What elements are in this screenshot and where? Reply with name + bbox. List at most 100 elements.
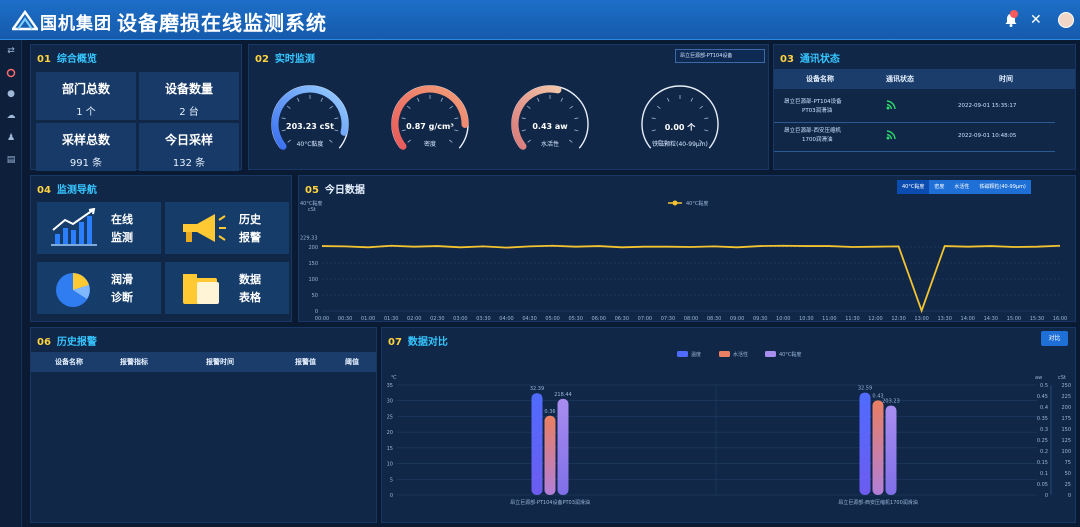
right-tick-label: 0.25 (1037, 438, 1048, 444)
stat-departments: 部门总数 1 个 (36, 72, 136, 120)
right-tick-label: 0.5 (1040, 383, 1048, 389)
col-alarm-metric: 报警指标 (120, 358, 148, 366)
right-tick-label: 25 (1065, 482, 1071, 488)
tab-viscosity[interactable]: 40°C黏度 (897, 180, 930, 194)
nav-online-monitoring[interactable]: 在线 监测 (37, 202, 161, 254)
pie-chart-icon (56, 273, 90, 307)
legend-marker (672, 200, 678, 206)
x-tick-label: 14:00 (961, 316, 975, 322)
person-icon[interactable]: ♟ (5, 133, 17, 143)
today-line-chart: 40°C黏度cSt229.3305010015020000:00 00:30 01:… (300, 200, 1067, 322)
record-icon[interactable] (5, 68, 17, 78)
stat-samples-total: 采样总数 991 条 (36, 123, 136, 171)
y-tick-label: 50 (312, 293, 318, 299)
data-label: 32.59 (858, 386, 872, 392)
gauge-value: 0.43 aw (532, 122, 568, 131)
right-tick-label: 0.1 (1040, 471, 1048, 477)
gauge-tick (454, 117, 459, 120)
right-tick-label: 0 (1068, 493, 1071, 499)
side-rail: ⇄ ● ☁ ♟ ▤ (0, 40, 22, 527)
overview-panel: 01 综合概览 部门总数 1 个 设备数量 2 台 采样总数 991 条 今日采样 132… (30, 44, 242, 171)
gauge-tick (281, 117, 286, 120)
x-tick-label: 01:00 (361, 316, 375, 322)
x-tick-label: 09:30 (753, 316, 767, 322)
y-axis-label: 40°C黏度 (300, 200, 322, 207)
app-header: 国机集团 设备磨损在线监测系统 ✕ (0, 0, 1080, 40)
gauge: 0.43 aw 水活性 (498, 78, 602, 158)
app-title: 设备磨损在线监测系统 (117, 11, 327, 35)
compare-button[interactable]: 对比 (1041, 331, 1068, 346)
y-tick-label: 229.33 (300, 236, 318, 242)
x-tick-label: 12:00 (868, 316, 882, 322)
x-tick-label: 13:00 (914, 316, 928, 322)
gauge-tick (536, 97, 540, 102)
bar (544, 415, 556, 495)
growth-chart-icon (51, 208, 97, 246)
tab-water-activity[interactable]: 水活性 (949, 180, 975, 194)
close-icon[interactable]: ✕ (1030, 12, 1046, 28)
drop-icon[interactable]: ● (5, 89, 17, 99)
tab-ferro-particles[interactable]: 铁磁颗粒(40-99μm) (974, 180, 1031, 194)
x-tick-label: 昂立巨源部-西安压缩机1700润滑油 (838, 499, 918, 506)
avatar[interactable] (1058, 12, 1074, 28)
x-tick-label: 02:00 (407, 316, 421, 322)
cloud-icon[interactable]: ☁ (5, 111, 17, 121)
right-tick-label: 150 (1061, 427, 1071, 433)
col-device-name: 设备名称 (55, 358, 83, 366)
signal-icon (886, 130, 896, 140)
y-tick-label: 35 (387, 383, 393, 389)
gauge-value: 0.00 个 (664, 123, 696, 132)
col-device-name: 设备名称 (806, 75, 834, 83)
right-axis-unit: aw (1035, 375, 1042, 381)
stat-devices: 设备数量 2 台 (139, 72, 239, 120)
right-tick-label: 0.35 (1037, 416, 1048, 422)
y-tick-label: 30 (387, 399, 393, 405)
right-tick-label: 0.15 (1037, 460, 1048, 466)
x-tick-label: 11:00 (822, 316, 836, 322)
logo-mark-icon (12, 9, 38, 31)
gauge-label: 水活性 (540, 141, 559, 148)
notification-badge (1010, 10, 1018, 18)
series-line (321, 244, 1061, 314)
legend-label: 40°C黏度 (779, 351, 801, 358)
x-tick-label: 07:00 (638, 316, 652, 322)
gauge-tick (406, 105, 411, 109)
gauge-tick (690, 97, 694, 102)
right-tick-label: 50 (1065, 471, 1071, 477)
document-icon[interactable]: ▤ (5, 155, 17, 165)
x-tick-label: 06:30 (615, 316, 629, 322)
x-tick-label: 12:30 (891, 316, 905, 322)
tab-density[interactable]: 密度 (929, 180, 950, 194)
gauge-label: 密度 (423, 141, 436, 148)
data-label: 32.39 (530, 386, 544, 392)
device-select[interactable]: 昂立巨源部-PT104设备 (675, 49, 765, 63)
folder-icon (183, 274, 219, 304)
nav-data-table[interactable]: 数据 表格 (165, 262, 289, 314)
gauge-value: 0.87 g/cm³ (406, 122, 454, 131)
swap-icon[interactable]: ⇄ (5, 46, 17, 56)
nav-lube-diagnosis[interactable]: 润滑 诊断 (37, 262, 161, 314)
bar (885, 405, 897, 495)
data-label: 203.23 (882, 399, 900, 405)
left-axis-unit: ℃ (391, 375, 397, 381)
gauge-tick (656, 105, 661, 109)
right-tick-label: 200 (1061, 405, 1071, 411)
x-tick-label: 16:00 (1053, 316, 1067, 322)
gauge-tick (666, 97, 670, 102)
x-tick-label: 10:00 (776, 316, 790, 322)
right-tick-label: 0 (1045, 493, 1048, 499)
col-alarm-value: 报警值 (295, 358, 316, 366)
gauge-label: 铁磁颗粒(40-99μm) (652, 141, 708, 148)
gauge-tick (449, 105, 454, 109)
gauge-tick (329, 105, 334, 109)
legend-label: 水活性 (733, 351, 748, 358)
today-tabs: 40°C黏度 密度 水活性 铁磁颗粒(40-99μm) (897, 180, 1031, 194)
y-tick-label: 150 (308, 261, 318, 267)
nav-history-alarm[interactable]: 历史 报警 (165, 202, 289, 254)
right-tick-label: 0.3 (1040, 427, 1048, 433)
right-tick-label: 0.2 (1040, 449, 1048, 455)
gauge-tick (416, 97, 420, 102)
right-tick-label: 100 (1061, 449, 1071, 455)
gauge: 0.00 个铁磁颗粒(40-99μm) (628, 78, 732, 158)
x-tick-label: 15:00 (1007, 316, 1021, 322)
